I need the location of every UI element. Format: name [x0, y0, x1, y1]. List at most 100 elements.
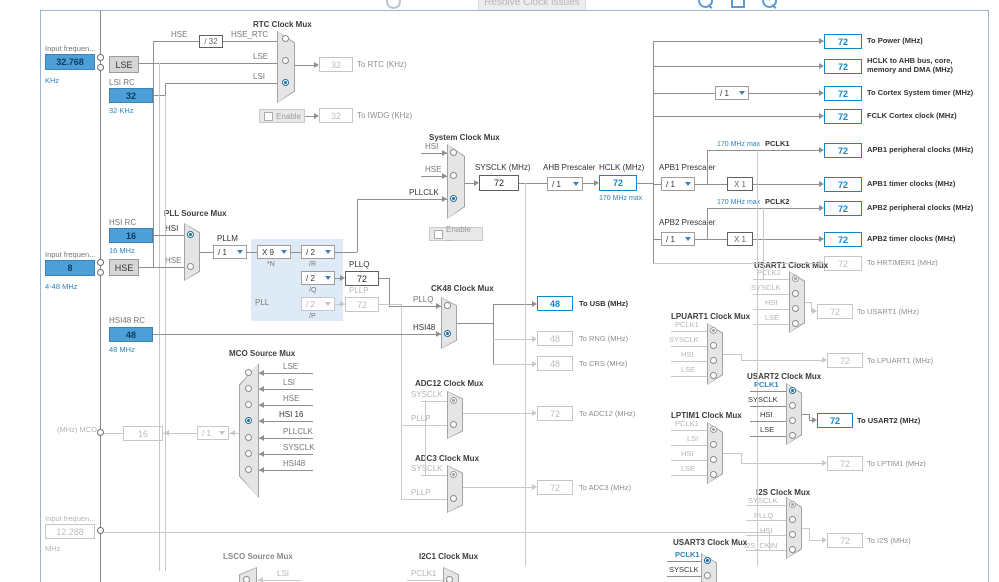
mux-radio[interactable]	[245, 450, 252, 457]
fit-view-icon[interactable]	[731, 0, 745, 8]
mux-radio[interactable]	[282, 57, 289, 64]
pllm-select[interactable]: / 1	[213, 245, 247, 259]
ahb-prescaler-select[interactable]: / 1	[547, 177, 583, 191]
wire	[723, 453, 741, 454]
hse-input-value-box[interactable]: 8	[45, 260, 95, 276]
mux-radio[interactable]	[245, 385, 252, 392]
css-enable-checkbox[interactable]: Enable ...	[429, 227, 483, 241]
help-icon[interactable]	[386, 0, 401, 9]
pllq-out-label: PLLQ	[349, 261, 369, 270]
mux-radio[interactable]	[789, 387, 796, 394]
mux-radio[interactable]	[243, 576, 250, 582]
system-clock-mux[interactable]	[447, 144, 465, 219]
usart3-in-pclk1: PCLK1	[675, 551, 700, 559]
i2s-ckin-pin	[97, 527, 104, 534]
mux-radio[interactable]	[450, 195, 457, 202]
arrow-icon	[259, 451, 264, 457]
apb1-timer-freq-box: 72	[824, 177, 862, 192]
mux-radio[interactable]	[450, 471, 457, 478]
mux-radio[interactable]	[187, 263, 194, 270]
mux-radio[interactable]	[710, 426, 717, 433]
mux-radio[interactable]	[704, 557, 711, 564]
ahb-bus-out-label2: memory and DMA (MHz)	[867, 66, 953, 74]
rtc-enable-checkbox[interactable]: Enable	[259, 109, 305, 123]
mux-radio[interactable]	[789, 546, 796, 553]
mux-radio[interactable]	[704, 572, 711, 579]
mux-radio[interactable]	[444, 330, 451, 337]
mux-radio[interactable]	[789, 516, 796, 523]
mux-radio[interactable]	[245, 401, 252, 408]
lse-input-value-box[interactable]: 32.768	[45, 54, 95, 70]
clock-tree-canvas[interactable]: Input frequen... 32.768 KHz LSE LSI RC 3…	[40, 10, 989, 582]
sys-pllclk-label: PLLCLK	[409, 189, 439, 198]
mux-radio[interactable]	[282, 79, 289, 86]
lsi-value-box: 32	[109, 88, 153, 103]
sysclk-label: SYSCLK (MHz)	[475, 164, 531, 173]
mux-radio[interactable]	[444, 302, 451, 309]
mux-radio[interactable]	[450, 421, 457, 428]
arrow-icon	[594, 180, 599, 186]
mux-radio[interactable]	[789, 417, 796, 424]
pllr-select[interactable]: / 2	[301, 245, 335, 259]
mux-radio[interactable]	[789, 531, 796, 538]
mux-radio[interactable]	[792, 305, 799, 312]
cortex-timer-select[interactable]: / 1	[715, 86, 749, 100]
apb2-prescaler-select[interactable]: / 1	[661, 232, 695, 246]
wire	[653, 184, 661, 185]
mux-radio[interactable]	[446, 576, 453, 582]
zoom-in-icon[interactable]: +	[762, 0, 777, 8]
mux-radio[interactable]	[245, 417, 252, 424]
mco-source-mux[interactable]	[239, 363, 259, 498]
mux-radio[interactable]	[792, 290, 799, 297]
hsi-value-box: 16	[109, 228, 153, 243]
mux-radio[interactable]	[789, 432, 796, 439]
mux-radio[interactable]	[710, 372, 717, 379]
mux-radio[interactable]	[710, 441, 717, 448]
wire	[671, 346, 707, 347]
mux-radio[interactable]	[710, 342, 717, 349]
apb2-timer-freq-box: 72	[824, 232, 862, 247]
mux-radio[interactable]	[245, 466, 252, 473]
rtc-hse-wire-label: HSE	[171, 31, 187, 40]
mux-radio[interactable]	[450, 172, 457, 179]
mux-radio[interactable]	[245, 434, 252, 441]
wire	[159, 63, 160, 571]
adc12-freq-box: 72	[537, 406, 573, 421]
wire	[637, 183, 653, 184]
arrow-icon	[532, 484, 537, 490]
wire	[165, 83, 166, 95]
mco-div-select[interactable]: / 1	[197, 426, 229, 440]
mux-radio[interactable]	[789, 501, 796, 508]
mux-radio[interactable]	[282, 35, 289, 42]
wire	[750, 391, 786, 392]
ahb-prescaler-label: AHB Prescaler	[543, 164, 595, 173]
usart2-freq-box[interactable]: 72	[817, 413, 853, 428]
lpuart1-in-hsi: HSI	[681, 351, 694, 359]
mux-radio[interactable]	[792, 275, 799, 282]
zoom-out-icon[interactable]: −	[698, 0, 713, 8]
pll-mul-select[interactable]: X 9	[257, 245, 291, 259]
mux-radio[interactable]	[245, 369, 252, 376]
mux-radio[interactable]	[710, 456, 717, 463]
arrow-icon	[259, 386, 264, 392]
mux-radio[interactable]	[710, 327, 717, 334]
pllq-select[interactable]: / 2	[301, 271, 335, 285]
wire	[757, 150, 758, 566]
rng-freq-box: 48	[537, 331, 573, 346]
mux-radio[interactable]	[789, 402, 796, 409]
arrow-icon	[822, 357, 827, 363]
wire	[259, 373, 313, 374]
mux-radio[interactable]	[710, 471, 717, 478]
wire	[671, 430, 707, 431]
mux-radio[interactable]	[450, 495, 457, 502]
wire	[653, 93, 715, 94]
mux-radio[interactable]	[792, 320, 799, 327]
apb1-prescaler-select[interactable]: / 1	[661, 177, 695, 191]
wire	[104, 532, 769, 533]
hse-range-label: 4-48 MHz	[45, 283, 78, 291]
mux-radio[interactable]	[450, 149, 457, 156]
mux-radio[interactable]	[187, 231, 194, 238]
hclk-freq-box[interactable]: 72	[599, 175, 637, 191]
mux-radio[interactable]	[450, 397, 457, 404]
mux-radio[interactable]	[710, 357, 717, 364]
